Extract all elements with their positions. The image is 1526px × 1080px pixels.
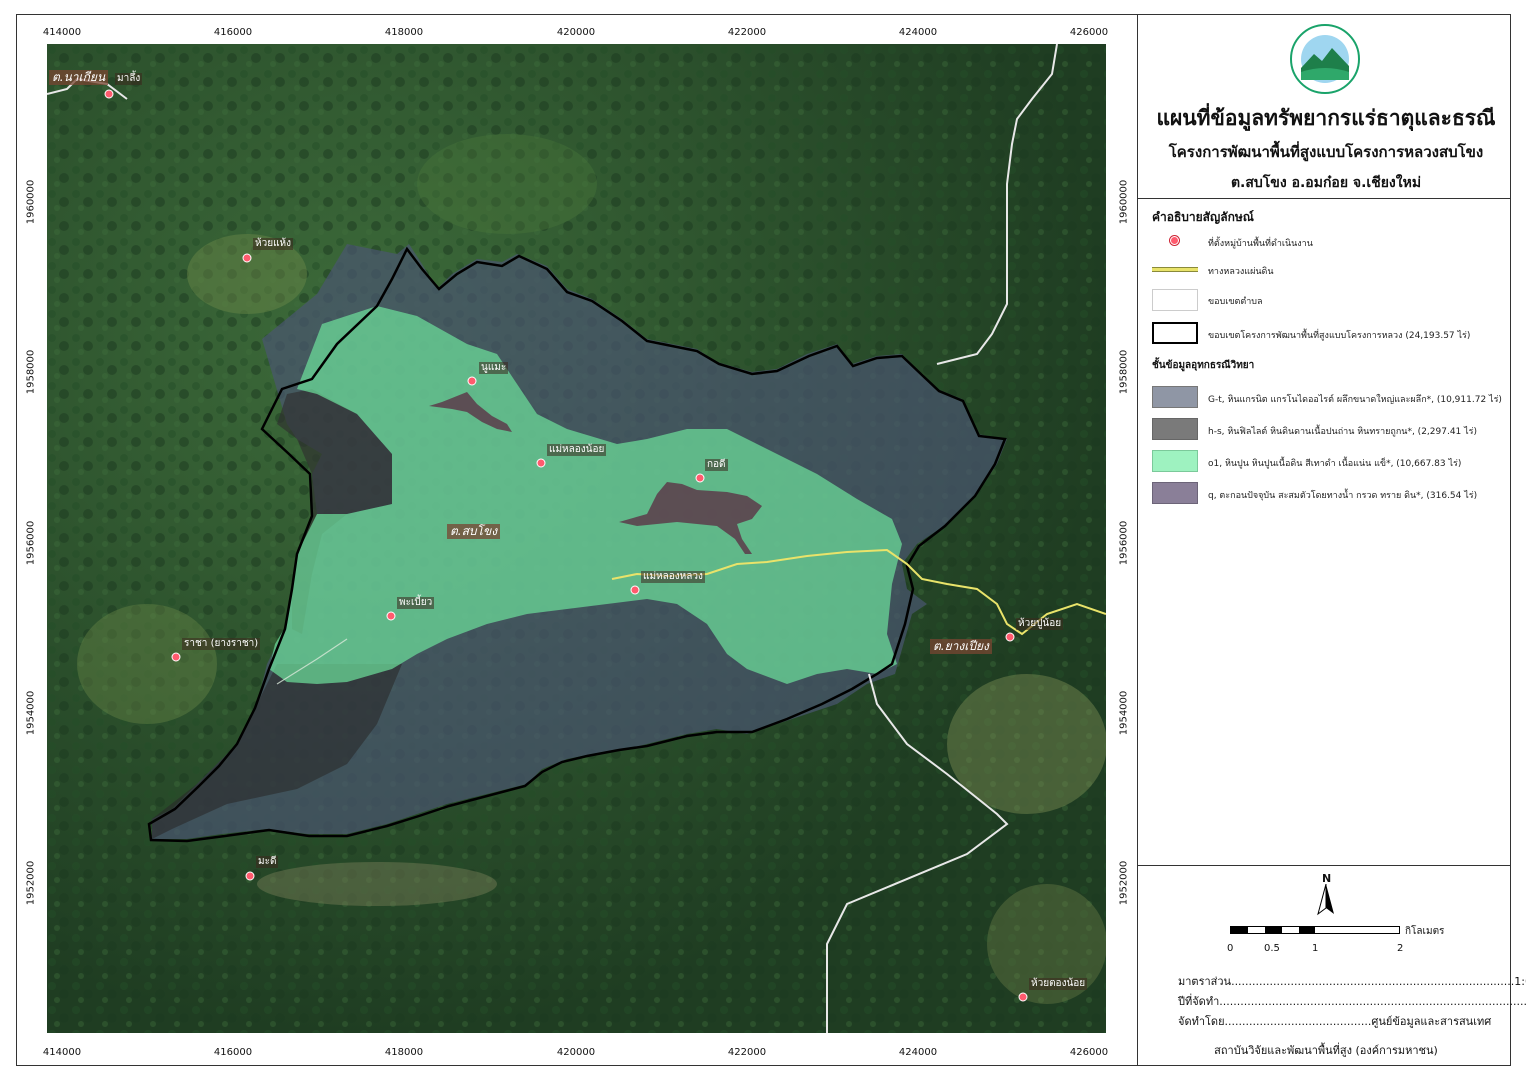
y-tick: 1954000	[25, 690, 37, 736]
legend-alluvium-label: q, ตะกอนปัจจุบัน สะสมตัวโดยทางน้ำ กรวด ท…	[1208, 491, 1478, 501]
village-marker[interactable]	[245, 871, 255, 881]
y-tick: 1960000	[1118, 179, 1130, 225]
village-label: กอดี	[705, 459, 728, 471]
village-marker[interactable]	[171, 652, 181, 662]
village-marker[interactable]	[630, 585, 640, 595]
satellite-map[interactable]: มาลึ้ง ห้วยแห้ง นูแมะ แม่หลองน้อย กอดี พ…	[47, 44, 1106, 1033]
x-tick: 422000	[727, 1047, 767, 1058]
village-marker[interactable]	[695, 473, 705, 483]
project-title: โครงการพัฒนาพื้นที่สูงแบบโครงการหลวงสบโข…	[1168, 143, 1484, 161]
legend-limestone-label: o1, หินปูน หินปูนเนื้อดิน สีเทาดำ เนื้อแ…	[1208, 459, 1462, 469]
village-marker[interactable]	[1005, 632, 1015, 642]
cleared-patch	[417, 134, 597, 234]
north-arrow-icon	[1317, 884, 1334, 916]
subdistrict-label-yang-piang: ต.ยางเปียง	[930, 639, 992, 654]
village-marker[interactable]	[242, 253, 252, 263]
scale-unit: กิโลเมตร	[1405, 926, 1445, 937]
footer-institute: สถาบันวิจัยและพัฒนาพื้นที่สูง (องค์การมห…	[1214, 1044, 1438, 1057]
scale-tick: 0	[1227, 943, 1234, 954]
village-marker[interactable]	[1018, 992, 1028, 1002]
x-tick: 424000	[898, 27, 938, 38]
header-divider	[1137, 198, 1511, 199]
scale-tick: 0.5	[1264, 943, 1280, 954]
x-tick: 418000	[384, 1047, 424, 1058]
village-marker[interactable]	[536, 458, 546, 468]
cleared-patch	[77, 604, 217, 724]
x-tick: 414000	[42, 1047, 82, 1058]
village-label: ห้วยปูน้อย	[1016, 618, 1064, 630]
legend-granite-swatch	[1152, 386, 1198, 408]
year-info: ปีที่จัดทำ..............................…	[1178, 995, 1526, 1008]
village-marker[interactable]	[467, 376, 477, 386]
panel-divider	[1137, 14, 1138, 1066]
x-tick: 426000	[1069, 1047, 1109, 1058]
x-tick: 414000	[42, 27, 82, 38]
subdistrict-label-sob-khong: ต.สบโขง	[447, 524, 501, 539]
map-canvas	[47, 44, 1106, 1033]
subdistrict-label-na-kian: ต.นาเกียน	[49, 70, 109, 85]
scale-tick: 1	[1312, 943, 1319, 954]
legend-highway-swatch	[1152, 267, 1198, 272]
village-label: แม่หลองน้อย	[547, 444, 607, 456]
x-tick: 426000	[1069, 27, 1109, 38]
scale-tick: 2	[1397, 943, 1404, 954]
y-tick: 1958000	[1118, 349, 1130, 395]
village-label: แม่หลองหลวง	[641, 571, 705, 583]
x-tick: 418000	[384, 27, 424, 38]
x-tick: 424000	[898, 1047, 938, 1058]
scale-info: มาตราส่วน...............................…	[1178, 975, 1526, 988]
cleared-patch	[257, 862, 497, 906]
logo-mountain-icon	[1301, 35, 1349, 83]
legend-project-boundary-label: ขอบเขตโครงการพัฒนาพื้นที่สูงแบบโครงการหล…	[1208, 331, 1471, 341]
legend-phyllite-label: h-s, หินฟิลไลต์ หินดินดานเนื้อปนถ่าน หิน…	[1208, 427, 1478, 437]
village-marker[interactable]	[386, 611, 396, 621]
legend-village-icon	[1170, 236, 1179, 245]
legend-granite-label: G-t, หินแกรนิต แกรโนไดออไรต์ ผลึกขนาดใหญ…	[1208, 395, 1502, 405]
legend-highway-label: ทางหลวงแผ่นดิน	[1208, 267, 1274, 277]
legend-title: คำอธิบายสัญลักษณ์	[1152, 210, 1254, 224]
geology-section-title: ชั้นข้อมูลอุทกธรณีวิทยา	[1152, 360, 1255, 371]
y-tick: 1956000	[25, 520, 37, 566]
village-label: มะดี	[256, 856, 279, 868]
village-label: มาลึ้ง	[115, 73, 143, 85]
scale-bar	[1230, 926, 1400, 934]
legend-project-boundary-swatch	[1152, 322, 1198, 344]
legend-subdistrict-swatch	[1152, 289, 1198, 311]
village-label: ห้วยตองน้อย	[1029, 978, 1088, 990]
y-tick: 1954000	[1118, 690, 1130, 736]
x-tick: 420000	[556, 27, 596, 38]
map-title: แผนที่ข้อมูลทรัพยากรแร่ธาตุและธรณี	[1156, 106, 1496, 130]
x-tick: 416000	[213, 1047, 253, 1058]
legend-phyllite-swatch	[1152, 418, 1198, 440]
x-tick: 416000	[213, 27, 253, 38]
y-tick: 1958000	[25, 349, 37, 395]
producer-info: จัดทำโดย................................…	[1178, 1015, 1492, 1028]
village-label: ราชา (ยางราชา)	[182, 638, 261, 650]
location-title: ต.สบโขง อ.อมก๋อย จ.เชียงใหม่	[1230, 175, 1422, 191]
legend-divider	[1137, 865, 1511, 866]
village-label: นูแมะ	[479, 362, 509, 374]
institute-logo	[1290, 24, 1360, 94]
legend-alluvium-swatch	[1152, 482, 1198, 504]
legend-village-label: ที่ตั้งหมู่บ้านพื้นที่ดำเนินงาน	[1208, 239, 1313, 249]
y-tick: 1956000	[1118, 520, 1130, 566]
x-tick: 420000	[556, 1047, 596, 1058]
y-tick: 1952000	[1118, 860, 1130, 906]
village-label: ห้วยแห้ง	[253, 238, 293, 250]
y-tick: 1960000	[25, 179, 37, 225]
village-label: พะเบี้ยว	[397, 597, 435, 609]
village-marker[interactable]	[104, 89, 114, 99]
legend-subdistrict-label: ขอบเขตตำบล	[1208, 297, 1263, 307]
legend-limestone-swatch	[1152, 450, 1198, 472]
x-tick: 422000	[727, 27, 767, 38]
y-tick: 1952000	[25, 860, 37, 906]
